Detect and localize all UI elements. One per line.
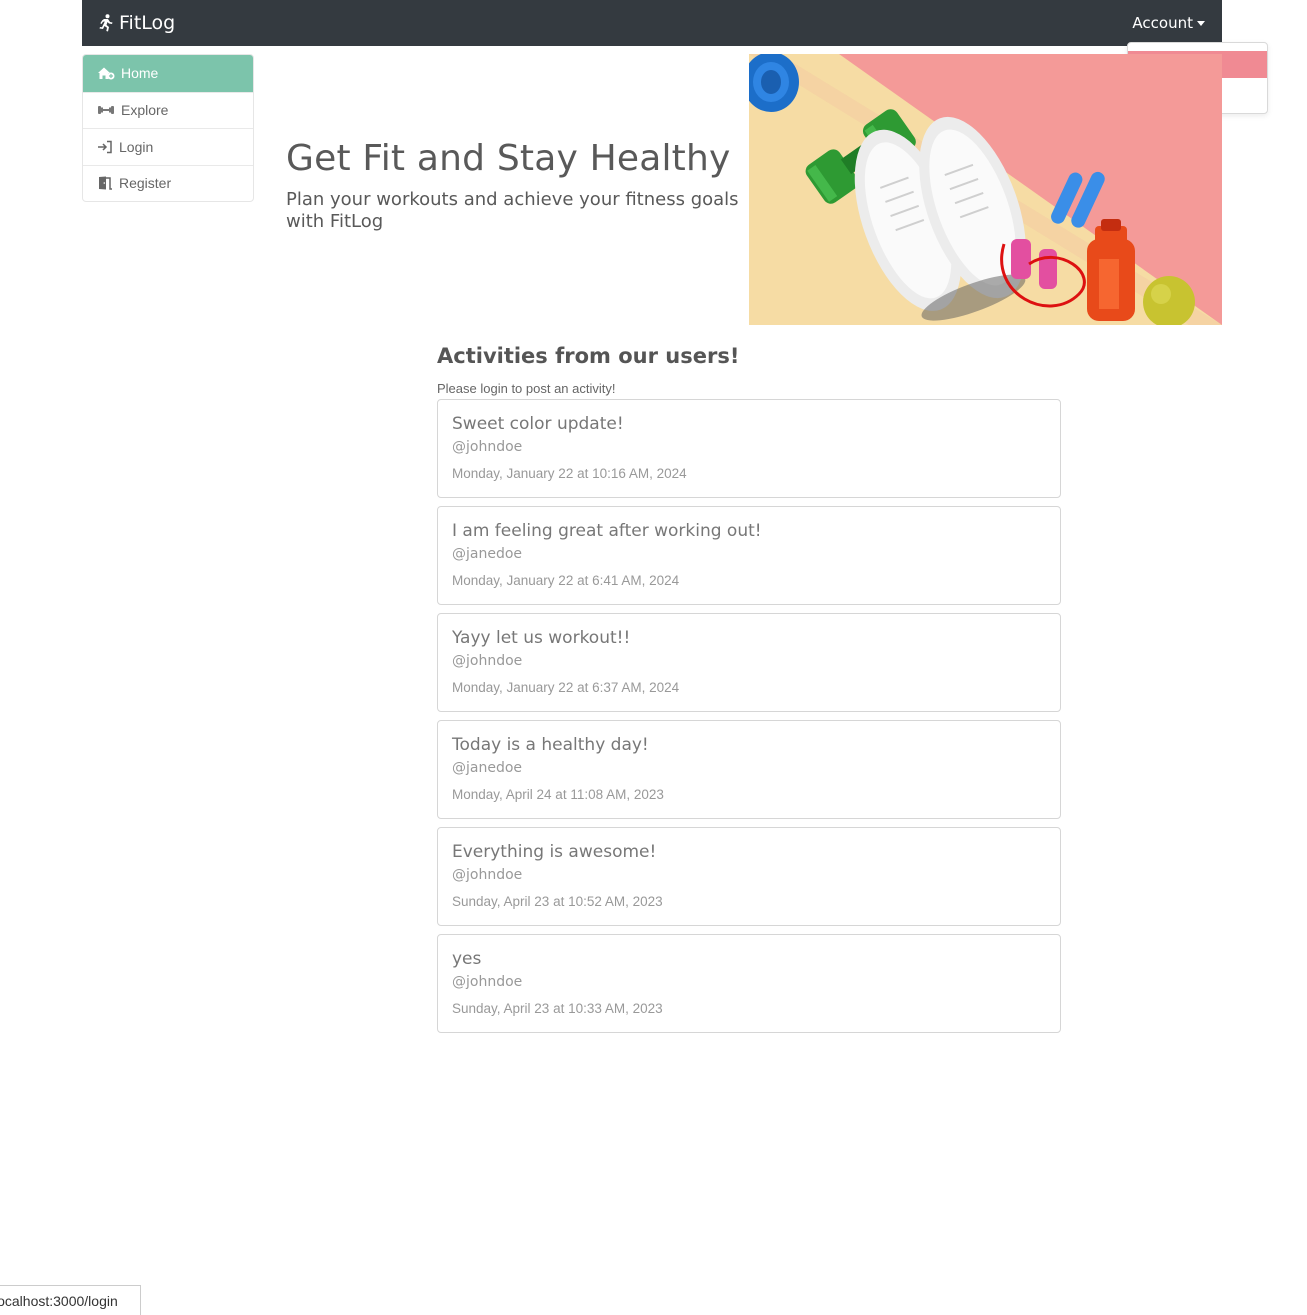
sidebar-nav: Home Explore Login Register <box>82 54 254 202</box>
link-status-bar: localhost:3000/login <box>0 1285 141 1315</box>
activity-card: Yayy let us workout!! @johndoe Monday, J… <box>437 613 1061 712</box>
sign-in-icon <box>98 140 112 153</box>
activity-date: Monday, January 22 at 6:37 AM, 2024 <box>452 680 680 695</box>
sidebar-item-label: Login <box>119 138 154 155</box>
sidebar-item-home[interactable]: Home <box>83 55 253 92</box>
activity-title: Sweet color update! <box>452 414 624 434</box>
activity-title: I am feeling great after working out! <box>452 521 762 541</box>
caret-down-icon <box>1197 20 1205 26</box>
home-icon <box>98 67 115 80</box>
activity-card: Sweet color update! @johndoe Monday, Jan… <box>437 399 1061 498</box>
activity-card: Everything is awesome! @johndoe Sunday, … <box>437 827 1061 926</box>
activity-date: Monday, January 22 at 10:16 AM, 2024 <box>452 466 687 481</box>
activity-date: Monday, April 24 at 11:08 AM, 2023 <box>452 787 664 802</box>
activity-user: @johndoe <box>452 974 523 990</box>
sidebar-item-register[interactable]: Register <box>83 164 253 202</box>
sidebar-item-label: Register <box>119 175 172 192</box>
activity-date: Sunday, April 23 at 10:33 AM, 2023 <box>452 1001 663 1016</box>
activity-card: Today is a healthy day! @janedoe Monday,… <box>437 720 1061 819</box>
activity-date: Monday, January 22 at 6:41 AM, 2024 <box>452 573 680 588</box>
brand-name: FitLog <box>119 12 176 34</box>
hero-fitness-image <box>749 54 1222 325</box>
sidebar-item-label: Explore <box>121 102 169 119</box>
hero-title: Get Fit and Stay Healthy <box>286 138 731 179</box>
activity-title: yes <box>452 949 482 969</box>
activity-date: Sunday, April 23 at 10:52 AM, 2023 <box>452 894 663 909</box>
activity-user: @janedoe <box>452 760 523 776</box>
account-dropdown-toggle[interactable]: Account <box>1132 0 1205 46</box>
activity-card: I am feeling great after working out! @j… <box>437 506 1061 605</box>
activity-title: Everything is awesome! <box>452 842 657 862</box>
activity-user: @johndoe <box>452 653 523 669</box>
login-prompt: Please login to post an activity! <box>437 381 616 396</box>
activity-user: @johndoe <box>452 439 523 455</box>
account-label: Account <box>1132 14 1193 32</box>
sidebar-item-login[interactable]: Login <box>83 128 253 165</box>
activity-title: Today is a healthy day! <box>452 735 649 755</box>
activity-user: @johndoe <box>452 867 523 883</box>
sidebar-item-label: Home <box>121 65 159 82</box>
activity-card: yes @johndoe Sunday, April 23 at 10:33 A… <box>437 934 1061 1033</box>
door-open-icon <box>99 176 112 190</box>
feed-title: Activities from our users! <box>437 344 740 368</box>
running-person-icon <box>99 14 113 32</box>
hero-subtitle: Plan your workouts and achieve your fitn… <box>286 189 739 232</box>
status-url: localhost:3000/login <box>0 1293 118 1309</box>
activity-user: @janedoe <box>452 546 523 562</box>
sidebar-item-explore[interactable]: Explore <box>83 91 253 129</box>
top-navbar: FitLog Account <box>82 0 1222 46</box>
dumbbell-icon <box>98 106 114 115</box>
brand-link[interactable]: FitLog <box>98 0 175 46</box>
activity-title: Yayy let us workout!! <box>452 628 631 648</box>
